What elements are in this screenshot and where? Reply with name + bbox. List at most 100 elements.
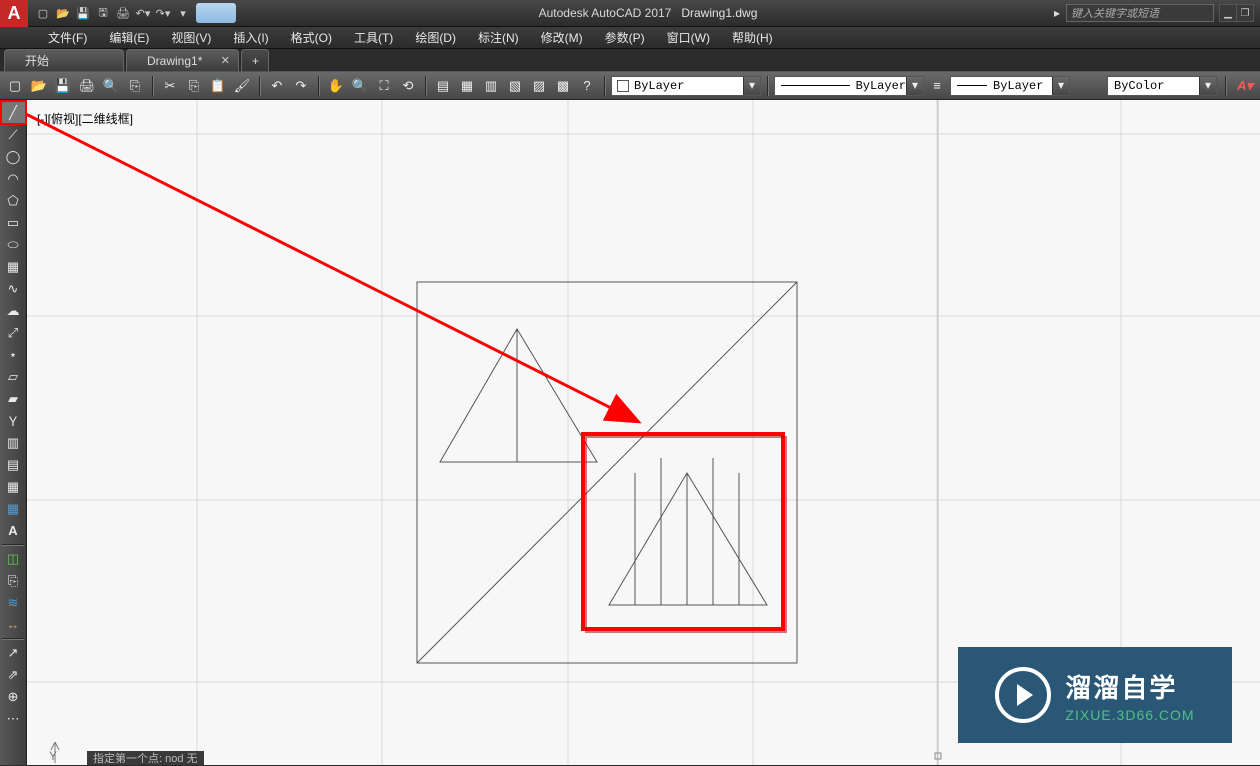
revcloud-tool-icon[interactable]: ☁ [2, 300, 25, 321]
tb-calc-icon[interactable]: ▩ [552, 75, 574, 97]
tb-ltmanager-icon[interactable]: ≡ [926, 75, 948, 97]
leader-tool-icon[interactable]: ↗ [2, 642, 25, 663]
layer-combo[interactable]: ByLayer ▾ [611, 76, 761, 96]
tb-props-icon[interactable]: ▤ [432, 75, 454, 97]
tb-textstyle-icon[interactable]: A▾ [1234, 75, 1256, 97]
tb-cut-icon[interactable]: ✂ [159, 75, 181, 97]
watermark-title: 溜溜自学 [1065, 668, 1177, 705]
qat-more-icon[interactable]: ▾ [174, 4, 192, 22]
menu-help[interactable]: 帮助(H) [732, 29, 773, 46]
menu-modify[interactable]: 修改(M) [541, 29, 583, 46]
qat-open-icon[interactable]: 📂 [54, 4, 72, 22]
drawing-canvas[interactable]: [-][俯视][二维线框] [27, 100, 1260, 765]
menu-tools[interactable]: 工具(T) [354, 29, 393, 46]
app-logo[interactable]: A [0, 0, 28, 27]
doc-name: Drawing1.dwg [681, 6, 757, 20]
tb-preview-icon[interactable]: 🔍 [100, 75, 122, 97]
layer-tool-icon[interactable]: ≋ [2, 592, 25, 613]
play-icon [995, 667, 1051, 723]
wipeout-tool-icon[interactable]: ▰ [2, 388, 25, 409]
tb-zoomprev-icon[interactable]: ⟲ [397, 75, 419, 97]
ellipse-tool-icon[interactable]: ⬭ [2, 234, 25, 255]
polyline-tool-icon[interactable]: ⟋ [2, 124, 25, 145]
tb-new-icon[interactable]: ▢ [4, 75, 26, 97]
tb-pan-icon[interactable]: ✋ [325, 75, 347, 97]
dim-tool-icon[interactable]: ↔ [2, 614, 25, 635]
chevron-down-icon[interactable]: ▾ [1199, 77, 1216, 95]
block-tool-icon[interactable]: ◫ [2, 548, 25, 569]
hatch-tool-icon[interactable]: ▦ [2, 256, 25, 277]
commandline-status[interactable]: 指定第一个点: nod 无 [87, 751, 204, 765]
divide-tool-icon[interactable]: Ｙ [2, 410, 25, 431]
tab-start[interactable]: 开始 [4, 49, 124, 71]
tab-close-icon[interactable]: ✕ [218, 54, 232, 68]
tb-markup-icon[interactable]: ▨ [528, 75, 550, 97]
insert-tool-icon[interactable]: ⎘ [2, 570, 25, 591]
menu-draw[interactable]: 绘图(D) [415, 29, 456, 46]
doc-min-icon[interactable]: ▁ [1219, 4, 1237, 22]
menu-view[interactable]: 视图(V) [171, 29, 211, 46]
tb-copy-icon[interactable]: ⎘ [183, 75, 205, 97]
linecolor-combo[interactable]: ByColor ▾ [1107, 76, 1217, 96]
tb-undo-icon[interactable]: ↶ [266, 75, 288, 97]
tb-match-icon[interactable]: 🖌 [231, 75, 253, 97]
tb-paste-icon[interactable]: 📋 [207, 75, 229, 97]
tb-open-icon[interactable]: 📂 [28, 75, 50, 97]
xline-tool-icon[interactable]: ⤢ [2, 322, 25, 343]
lineweight-combo[interactable]: ByLayer ▾ [950, 76, 1070, 96]
qat-saveas-icon[interactable]: 🖫 [94, 4, 112, 22]
linetype-combo[interactable]: ByLayer ▾ [774, 76, 924, 96]
qat-undo-icon[interactable]: ↶▾ [134, 4, 152, 22]
watermark-url: ZIXUE.3D66.COM [1065, 707, 1194, 723]
boundary-tool-icon[interactable]: ▤ [2, 454, 25, 475]
tb-dcenter-icon[interactable]: ▦ [456, 75, 478, 97]
tab-add[interactable]: + [241, 49, 269, 71]
qat-new-icon[interactable]: ▢ [34, 4, 52, 22]
tb-help-icon[interactable]: ? [576, 75, 598, 97]
text-tool-icon[interactable]: A [2, 520, 25, 541]
tb-sep [604, 76, 605, 96]
tb-save-icon[interactable]: 💾 [52, 75, 74, 97]
tb-sheetset-icon[interactable]: ▧ [504, 75, 526, 97]
measure-tool-icon[interactable]: ▥ [2, 432, 25, 453]
rectangle-tool-icon[interactable]: ▭ [2, 212, 25, 233]
menu-edit[interactable]: 编辑(E) [109, 29, 149, 46]
palette-sep [2, 544, 24, 545]
tb-publish-icon[interactable]: ⎘ [124, 75, 146, 97]
tb-redo-icon[interactable]: ↷ [290, 75, 312, 97]
main-toolbar: ▢ 📂 💾 🖨 🔍 ⎘ ✂ ⎘ 📋 🖌 ↶ ↷ ✋ 🔍 ⛶ ⟲ ▤ ▦ ▥ ▧ … [0, 72, 1260, 100]
doc-restore-icon[interactable]: ❐ [1236, 4, 1254, 22]
center-tool-icon[interactable]: ⊕ [2, 686, 25, 707]
mleader-tool-icon[interactable]: ⇗ [2, 664, 25, 685]
menu-dim[interactable]: 标注(N) [478, 29, 519, 46]
gradient-tool-icon[interactable]: ▦ [2, 476, 25, 497]
tb-zoomwin-icon[interactable]: ⛶ [373, 75, 395, 97]
table-tool-icon[interactable]: ▦ [2, 498, 25, 519]
search-input[interactable]: 键入关键字或短语 [1066, 4, 1214, 22]
circle-tool-icon[interactable]: ◯ [2, 146, 25, 167]
menu-format[interactable]: 格式(O) [291, 29, 332, 46]
tb-print-icon[interactable]: 🖨 [76, 75, 98, 97]
chevron-down-icon[interactable]: ▾ [1052, 77, 1069, 95]
spline-tool-icon[interactable]: ∿ [2, 278, 25, 299]
menu-insert[interactable]: 插入(I) [233, 29, 268, 46]
menu-file[interactable]: 文件(F) [48, 29, 87, 46]
line-tool-icon[interactable]: ╱ [2, 102, 25, 123]
qat-save-icon[interactable]: 💾 [74, 4, 92, 22]
tab-drawing1[interactable]: Drawing1* ✕ [126, 49, 239, 71]
qat-redo-icon[interactable]: ↷▾ [154, 4, 172, 22]
app-name: Autodesk AutoCAD 2017 [539, 6, 672, 20]
chevron-down-icon[interactable]: ▾ [906, 77, 923, 95]
menu-window[interactable]: 窗口(W) [667, 29, 710, 46]
region-tool-icon[interactable]: ▱ [2, 366, 25, 387]
polygon-tool-icon[interactable]: ⬠ [2, 190, 25, 211]
more-tool-icon[interactable]: ⋯ [2, 708, 25, 729]
chevron-down-icon[interactable]: ▾ [743, 77, 760, 95]
arc-tool-icon[interactable]: ◠ [2, 168, 25, 189]
menu-param[interactable]: 参数(P) [605, 29, 645, 46]
tb-tpalette-icon[interactable]: ▥ [480, 75, 502, 97]
qat-print-icon[interactable]: 🖨 [114, 4, 132, 22]
tb-zoom-icon[interactable]: 🔍 [349, 75, 371, 97]
tb-sep [767, 76, 768, 96]
point-tool-icon[interactable]: ⋆ [2, 344, 25, 365]
